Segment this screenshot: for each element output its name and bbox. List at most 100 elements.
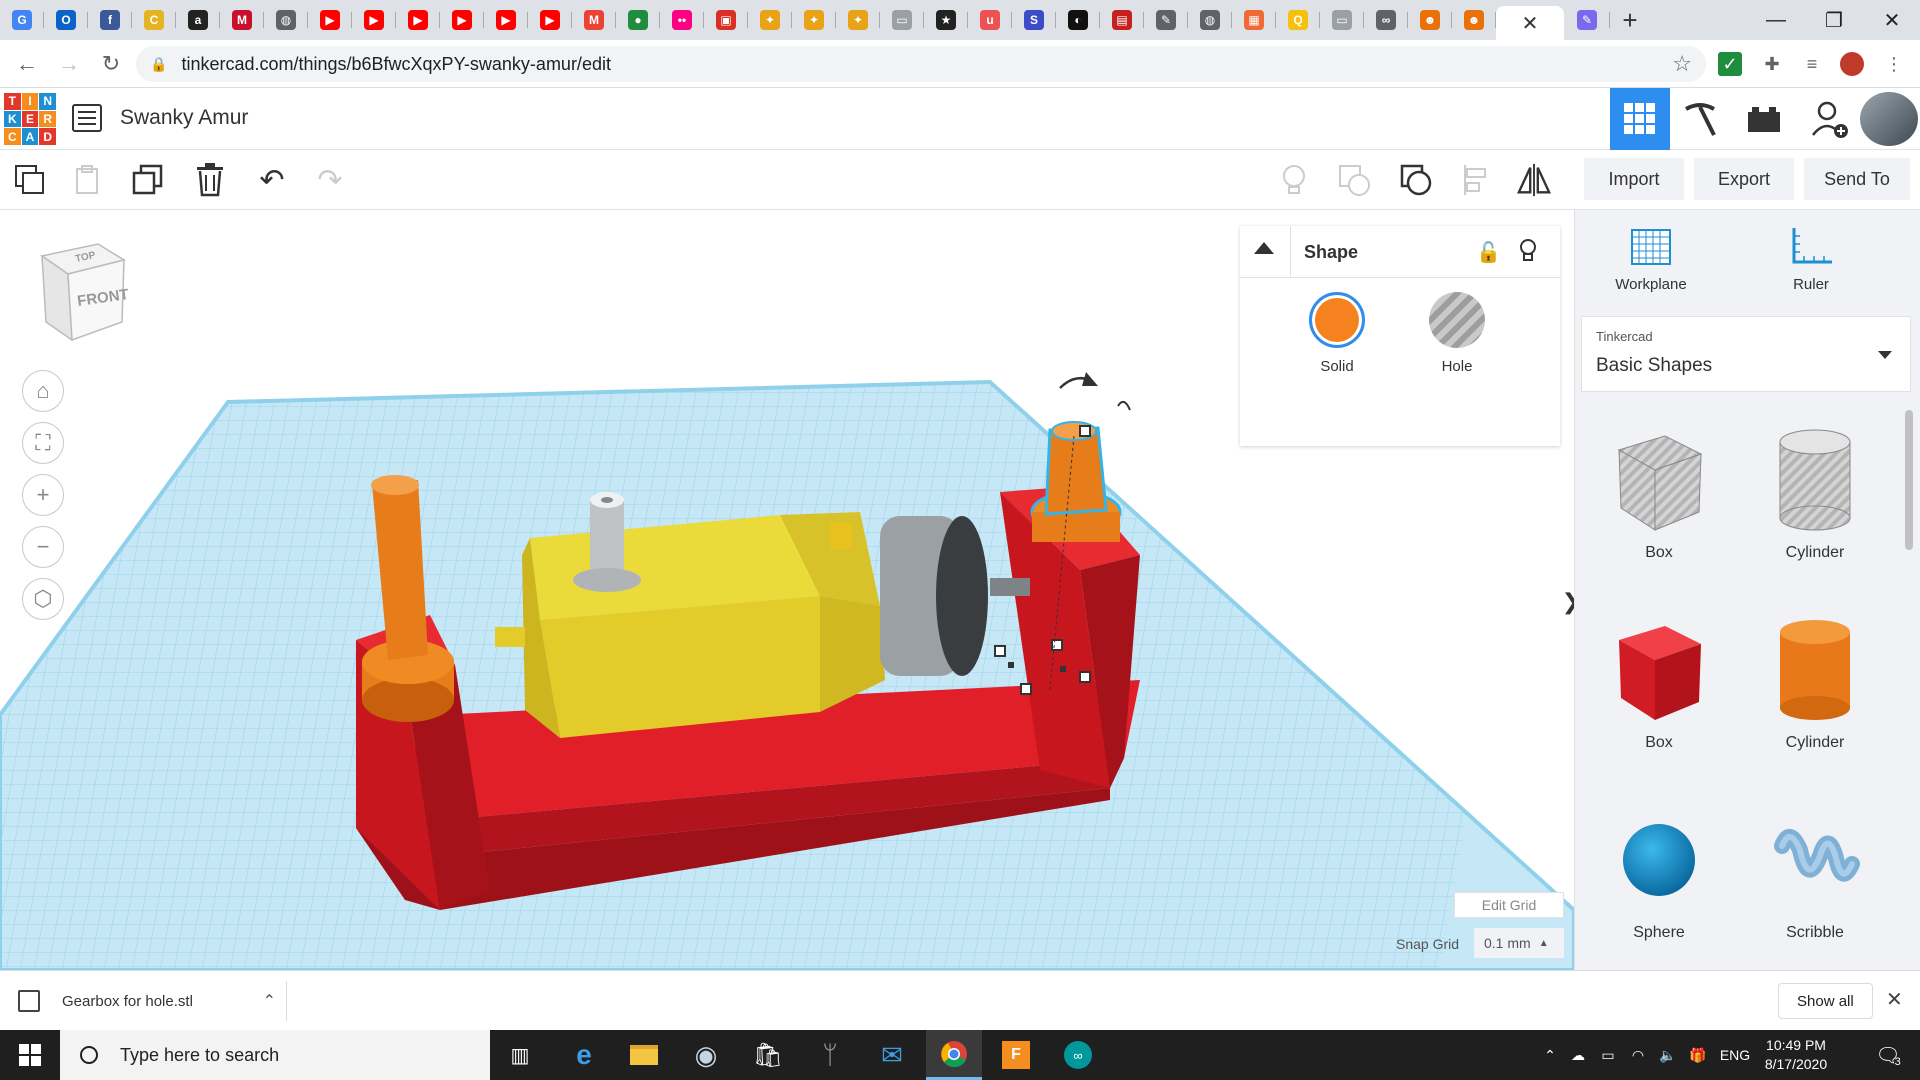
browser-tab[interactable]: ••	[660, 0, 704, 40]
browser-tab[interactable]: ▶	[352, 0, 396, 40]
browser-tab[interactable]: ▶	[308, 0, 352, 40]
view-cube[interactable]: TOP FRONT	[38, 240, 130, 349]
download-item[interactable]: Gearbox for hole.stl ⌃	[18, 983, 286, 1019]
design-title[interactable]: Swanky Amur	[120, 106, 248, 130]
volume-icon[interactable]: 🔈	[1654, 1030, 1682, 1080]
ungroup-icon[interactable]	[1398, 162, 1434, 198]
sidebar-collapse-button[interactable]: ❯	[1562, 574, 1574, 630]
export-button[interactable]: Export	[1694, 158, 1794, 200]
copy-icon[interactable]	[12, 162, 48, 198]
predator-sense-icon[interactable]: ᛘ	[802, 1030, 858, 1080]
shape-cylinder[interactable]: Cylinder	[1745, 616, 1885, 752]
browser-tab[interactable]: ▤	[1100, 0, 1144, 40]
browser-tab[interactable]: ▦	[1232, 0, 1276, 40]
solid-color-swatch[interactable]	[1309, 292, 1365, 348]
user-avatar[interactable]	[1860, 92, 1918, 146]
shape-box-hole[interactable]: Box	[1589, 426, 1729, 562]
arduino-icon[interactable]: ∞	[1050, 1030, 1106, 1080]
browser-tab[interactable]: a	[176, 0, 220, 40]
home-view-button[interactable]: ⌂	[22, 370, 64, 412]
gift-icon[interactable]: 🎁	[1684, 1030, 1712, 1080]
browser-tab[interactable]: ◍	[264, 0, 308, 40]
edit-grid-button[interactable]: Edit Grid	[1454, 892, 1564, 918]
close-download-bar-icon[interactable]: ✕	[1886, 987, 1903, 1012]
close-tab-icon[interactable]: ✕	[1522, 11, 1539, 36]
browser-tab[interactable]: ▶	[484, 0, 528, 40]
profile-avatar-icon[interactable]	[1840, 52, 1864, 76]
system-clock[interactable]: 10:49 PM 8/17/2020	[1748, 1036, 1844, 1074]
checkmark-extension-icon[interactable]: ✓	[1718, 52, 1742, 76]
zoom-in-button[interactable]: +	[22, 474, 64, 516]
import-button[interactable]: Import	[1584, 158, 1684, 200]
taskbar-search[interactable]: Type here to search	[60, 1030, 490, 1080]
paste-icon[interactable]	[70, 162, 106, 198]
file-explorer-icon[interactable]	[616, 1030, 672, 1080]
perspective-button[interactable]: ⬡	[22, 578, 64, 620]
browser-tab[interactable]: M	[572, 0, 616, 40]
mail-icon[interactable]: ✉	[864, 1030, 920, 1080]
edge-icon[interactable]: e	[556, 1030, 612, 1080]
workplane-tool[interactable]: Workplane	[1591, 224, 1711, 293]
hole-option[interactable]: Hole	[1412, 292, 1502, 375]
puzzle-extension-icon[interactable]: ✚	[1760, 52, 1784, 76]
workplane-viewport[interactable]: TOP FRONT ⌂ ⛶ + − ⬡ Shape 🔓 Solid Hole E…	[0, 210, 1574, 970]
zoom-out-button[interactable]: −	[22, 526, 64, 568]
undo-icon[interactable]: ↶	[254, 162, 290, 198]
browser-tab[interactable]: ▶	[440, 0, 484, 40]
browser-tab[interactable]: ▭	[1320, 0, 1364, 40]
browser-tab[interactable]: Q	[1276, 0, 1320, 40]
shape-cylinder-hole[interactable]: Cylinder	[1745, 426, 1885, 562]
fit-view-button[interactable]: ⛶	[22, 422, 64, 464]
wifi-icon[interactable]: ◠	[1624, 1030, 1652, 1080]
browser-tab[interactable]: ✎	[1144, 0, 1188, 40]
browser-tab[interactable]: ▭	[880, 0, 924, 40]
active-tab[interactable]: ✕	[1496, 6, 1564, 40]
sidebar-scrollbar[interactable]	[1905, 410, 1913, 550]
solid-option[interactable]: Solid	[1292, 292, 1382, 375]
browser-tab[interactable]: ●	[616, 0, 660, 40]
store-icon[interactable]: 🛍	[740, 1030, 796, 1080]
browser-tab[interactable]: O	[44, 0, 88, 40]
browser-tab[interactable]: ✦	[748, 0, 792, 40]
url-field[interactable]: 🔒 tinkercad.com/things/b6BfwcXqxPY-swank…	[136, 46, 1706, 82]
reload-button[interactable]: ↻	[94, 47, 128, 81]
snap-grid-select[interactable]: 0.1 mm ▲	[1474, 928, 1564, 958]
bricks-button[interactable]	[1734, 88, 1794, 150]
start-button[interactable]	[0, 1030, 60, 1080]
forward-button[interactable]: →	[52, 47, 86, 81]
browser-tab[interactable]: ∞	[1364, 0, 1408, 40]
design-list-icon[interactable]	[72, 104, 102, 132]
browser-menu-icon[interactable]: ⋮	[1882, 52, 1906, 76]
chrome-taskbar-icon[interactable]	[926, 1030, 982, 1080]
browser-tab[interactable]: G	[0, 0, 44, 40]
group-icon[interactable]	[1336, 162, 1372, 198]
new-tab-button[interactable]: +	[1610, 0, 1650, 40]
codeblocks-button[interactable]	[1670, 88, 1730, 150]
collapse-icon[interactable]	[1254, 242, 1274, 254]
3d-view-button[interactable]	[1610, 88, 1670, 150]
close-window-button[interactable]: ✕	[1864, 0, 1920, 40]
browser-tab[interactable]: ▶	[396, 0, 440, 40]
steam-icon[interactable]: ◉	[678, 1030, 734, 1080]
shape-scribble[interactable]: Scribble	[1745, 806, 1885, 942]
back-button[interactable]: ←	[10, 47, 44, 81]
mirror-icon[interactable]	[1516, 162, 1552, 198]
tinkercad-tab[interactable]: ✎	[1564, 0, 1610, 40]
battery-icon[interactable]: ▭	[1594, 1030, 1622, 1080]
tinkercad-logo[interactable]: TIN KER CAD	[4, 93, 56, 145]
browser-tab[interactable]: u	[968, 0, 1012, 40]
browser-tab[interactable]: f	[88, 0, 132, 40]
show-all-button[interactable]: Show all	[1778, 983, 1873, 1019]
browser-tab[interactable]: ◐	[1056, 0, 1100, 40]
redo-icon[interactable]: ↷	[312, 162, 348, 198]
hole-swatch[interactable]	[1429, 292, 1485, 348]
maximize-button[interactable]: ❐	[1806, 0, 1862, 40]
browser-tab[interactable]: S	[1012, 0, 1056, 40]
lock-icon[interactable]: 🔓	[1476, 240, 1501, 265]
shape-library-select[interactable]: Tinkercad Basic Shapes	[1581, 316, 1911, 392]
notes-bulb-icon[interactable]	[1276, 162, 1312, 198]
task-view-icon[interactable]: ▥	[492, 1030, 548, 1080]
onedrive-icon[interactable]: ☁	[1564, 1030, 1592, 1080]
browser-tab[interactable]: ✦	[792, 0, 836, 40]
duplicate-icon[interactable]	[130, 162, 166, 198]
